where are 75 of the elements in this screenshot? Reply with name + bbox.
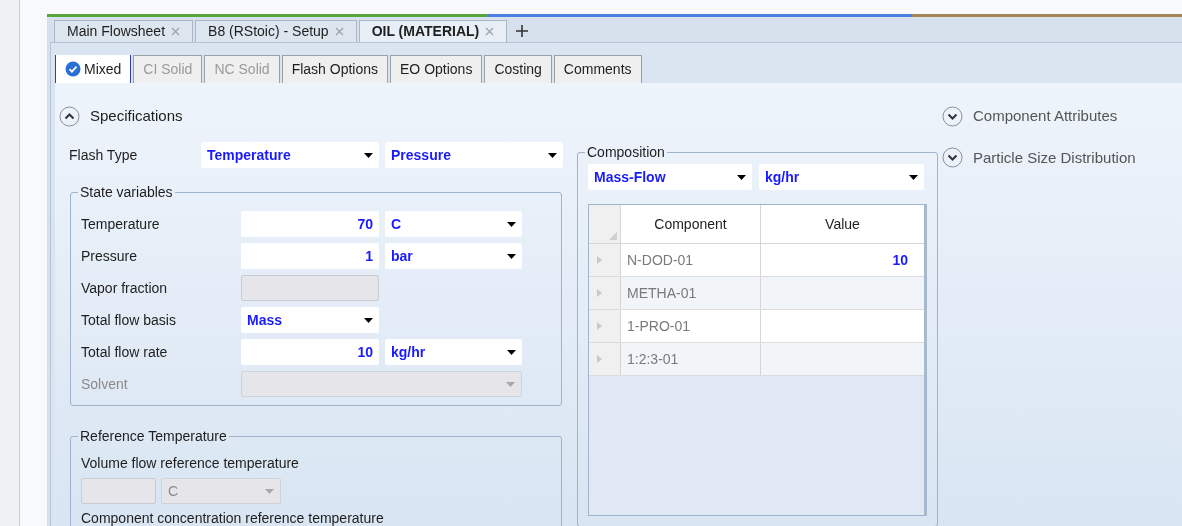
document-tab[interactable]: Main Flowsheet: [54, 20, 194, 42]
caret-icon: [507, 253, 516, 259]
field-label: Total flow basis: [81, 310, 177, 330]
caret-icon: [265, 488, 274, 494]
input-field[interactable]: 70: [241, 211, 379, 237]
row-pointer-icon[interactable]: [597, 355, 602, 363]
dropdown-value: bar: [391, 246, 413, 266]
form-tab[interactable]: Flash Options: [281, 55, 388, 83]
dropdown-value: kg/hr: [765, 167, 800, 187]
dropdown-value: Pressure: [391, 145, 451, 165]
field-label: Volume flow reference temperature: [81, 454, 300, 473]
table-cell[interactable]: 10: [761, 244, 924, 276]
document-tab[interactable]: OIL (MATERIAL): [358, 20, 508, 42]
dropdown[interactable]: Mass-Flow: [588, 164, 752, 190]
form-tab[interactable]: Comments: [553, 55, 642, 83]
caret-icon: [507, 221, 516, 227]
row-pointer-icon[interactable]: [597, 322, 602, 330]
caret-icon: [909, 174, 918, 180]
table-cell: 1-PRO-01: [621, 310, 761, 342]
close-icon[interactable]: [171, 27, 181, 36]
corner-icon[interactable]: [609, 232, 617, 240]
column-header[interactable]: Value: [761, 205, 924, 243]
dropdown-value: C: [168, 481, 179, 501]
section-title[interactable]: Particle Size Distribution: [973, 146, 1136, 169]
close-icon[interactable]: [334, 27, 344, 36]
caret-icon: [548, 152, 557, 158]
close-icon[interactable]: [485, 27, 495, 36]
caret-icon: [507, 349, 516, 355]
check-icon: [65, 61, 81, 77]
dropdown-value: kg/hr: [391, 342, 426, 362]
field-label: Solvent: [81, 374, 129, 394]
caret-icon: [364, 152, 373, 158]
caret-icon: [506, 381, 515, 387]
input-field[interactable]: 1: [241, 243, 379, 269]
dropdown-value: C: [391, 214, 402, 234]
document-tab[interactable]: B8 (RStoic) - Setup: [195, 20, 357, 42]
table-cell: N-DOD-01: [621, 244, 761, 276]
column-header[interactable]: Component: [621, 205, 761, 243]
collapse-icon[interactable]: [59, 105, 80, 127]
dropdown[interactable]: bar: [385, 243, 522, 269]
form-tab[interactable]: EO Options: [390, 55, 483, 83]
dropdown-value: Mass-Flow: [594, 167, 666, 187]
section-title: Specifications: [90, 105, 183, 126]
field-label: Temperature: [81, 214, 161, 234]
caret-icon: [364, 317, 373, 323]
dropdown[interactable]: kg/hr: [759, 164, 924, 190]
field-label: Pressure: [81, 246, 139, 266]
group-title: State variables: [79, 183, 174, 202]
dropdown[interactable]: Temperature: [201, 142, 379, 168]
table-cell: METHA-01: [621, 277, 761, 309]
expand-icon[interactable]: [942, 105, 963, 127]
field-label: Flash Type: [69, 145, 139, 165]
input-field[interactable]: 10: [241, 339, 379, 365]
expand-icon[interactable]: [942, 147, 963, 169]
dropdown[interactable]: C: [385, 211, 522, 237]
dropdown[interactable]: Mass: [241, 307, 379, 333]
caret-icon: [737, 174, 746, 180]
field-label: Component concentration reference temperature: [81, 509, 385, 526]
dropdown-value: Mass: [247, 310, 283, 330]
form-tab[interactable]: Mixed: [55, 55, 132, 83]
row-pointer-icon[interactable]: [597, 256, 602, 264]
dropdown[interactable]: Pressure: [385, 142, 563, 168]
dropdown[interactable]: kg/hr: [385, 339, 522, 365]
form-tab: NC Solid: [204, 55, 280, 83]
field-label: Total flow rate: [81, 342, 169, 362]
field-label: Vapor fraction: [81, 278, 169, 298]
table-cell: 1:2:3-01: [621, 343, 761, 375]
form-tab: CI Solid: [133, 55, 203, 83]
form-tab[interactable]: Costing: [484, 55, 552, 83]
section-title[interactable]: Component Attributes: [973, 105, 1118, 128]
group-title: Composition: [586, 143, 666, 162]
group-title: Reference Temperature: [79, 427, 228, 446]
dropdown-value: Temperature: [207, 145, 291, 165]
row-pointer-icon[interactable]: [597, 289, 602, 297]
add-tab-icon[interactable]: [515, 24, 530, 38]
